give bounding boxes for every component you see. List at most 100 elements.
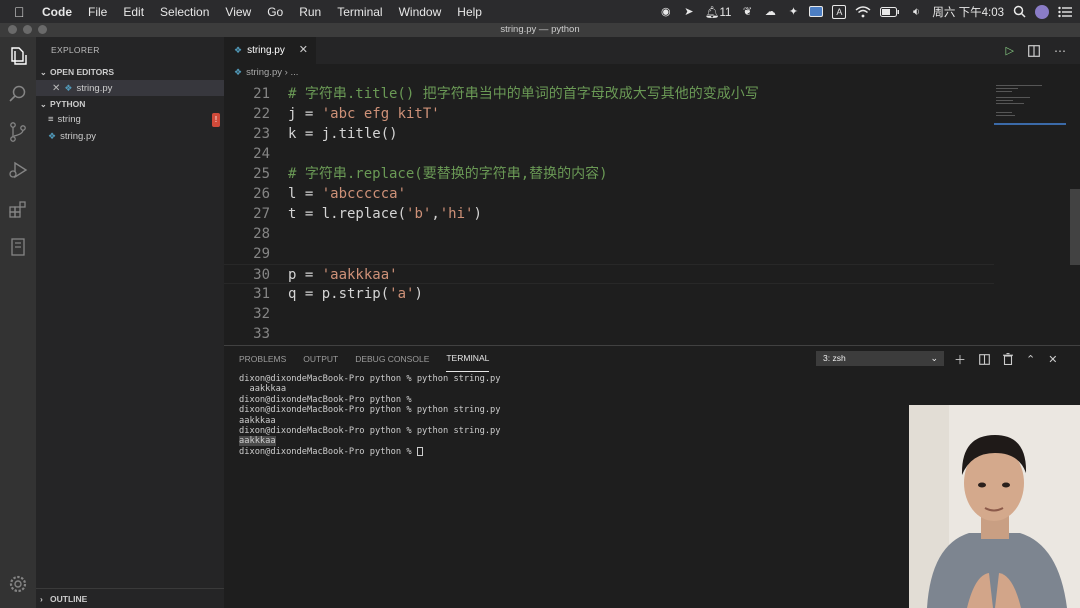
tab-string-py[interactable]: ❖ string.py ✕ bbox=[224, 37, 316, 64]
volume-icon[interactable]: 🔉︎ bbox=[909, 5, 923, 19]
gear-icon[interactable] bbox=[7, 573, 29, 595]
new-terminal-icon[interactable]: ＋ bbox=[954, 351, 966, 368]
close-panel-icon[interactable]: ✕ bbox=[1048, 353, 1057, 366]
open-editor-filename: string.py bbox=[76, 83, 113, 94]
menu-file[interactable]: File bbox=[88, 5, 107, 19]
siri-icon[interactable] bbox=[1035, 4, 1049, 19]
outline-section[interactable]: › OUTLINE bbox=[36, 588, 224, 608]
maximize-panel-icon[interactable]: ⌃ bbox=[1026, 353, 1035, 366]
code-line[interactable]: 30 p = 'aakkkaa' bbox=[224, 264, 994, 284]
tab-output[interactable]: OUTPUT bbox=[303, 346, 338, 372]
code-token: p = bbox=[288, 267, 322, 283]
input-method-indicator[interactable]: A bbox=[832, 4, 847, 19]
python-file-icon: ❖ bbox=[48, 131, 57, 141]
menu-help[interactable]: Help bbox=[457, 5, 482, 19]
more-actions-icon[interactable]: ⋯ bbox=[1054, 44, 1066, 58]
code-text: p = 'aakkkaa' bbox=[288, 265, 398, 285]
split-terminal-icon[interactable] bbox=[979, 353, 990, 365]
text-file-icon: ≡ bbox=[48, 114, 54, 125]
code-token: q = p.strip( bbox=[288, 286, 390, 302]
run-python-file-icon[interactable]: ▷ bbox=[1006, 44, 1014, 57]
cloud-icon[interactable]: ☁ bbox=[763, 5, 777, 19]
battery-icon[interactable] bbox=[880, 6, 900, 17]
code-editor[interactable]: 21 # 字符串.title() 把字符串当中的单词的首字母改成大写其他的变成小写… bbox=[224, 81, 1080, 345]
menu-view[interactable]: View bbox=[225, 5, 251, 19]
close-icon[interactable]: ✕ bbox=[52, 83, 60, 94]
explorer-icon[interactable] bbox=[7, 45, 29, 67]
code-line[interactable]: 29 bbox=[224, 244, 994, 264]
menu-window[interactable]: Window bbox=[399, 5, 442, 19]
code-line[interactable]: 24 bbox=[224, 144, 994, 164]
notification-center-icon[interactable] bbox=[1058, 6, 1072, 18]
trash-icon[interactable] bbox=[1003, 353, 1014, 365]
code-line[interactable]: 26 l = 'abccccca' bbox=[224, 184, 994, 204]
terminal-line: dixon@dixondeMacBook-Pro python % bbox=[239, 395, 1069, 405]
clock[interactable]: 周六 下午4:03 bbox=[932, 4, 1004, 20]
app-menu-code[interactable]: Code bbox=[42, 5, 72, 19]
breadcrumb-file[interactable]: string.py bbox=[246, 67, 282, 78]
chevron-down-icon: ⌄ bbox=[930, 353, 938, 363]
tab-debug-console[interactable]: DEBUG CONSOLE bbox=[355, 346, 429, 372]
menu-run[interactable]: Run bbox=[299, 5, 321, 19]
app-icon[interactable]: ❦ bbox=[740, 5, 754, 19]
minimap-line bbox=[996, 103, 1024, 104]
line-number: 22 bbox=[253, 106, 270, 122]
code-line[interactable]: 23 k = j.title() bbox=[224, 124, 994, 144]
code-line[interactable]: 25 # 字符串.replace(要替换的字符串,替换的内容) bbox=[224, 164, 994, 184]
code-line[interactable]: 27 t = l.replace('b','hi') bbox=[224, 204, 994, 224]
chevron-down-icon: ⌄ bbox=[40, 68, 47, 77]
code-line[interactable]: 22 j = 'abc efg kitT' bbox=[224, 104, 994, 124]
notification-bell[interactable]: 🔔︎11 bbox=[705, 5, 732, 19]
open-editors-section[interactable]: ⌄ OPEN EDITORS bbox=[36, 64, 224, 80]
code-text: # 字符串.title() 把字符串当中的单词的首字母改成大写其他的变成小写 bbox=[288, 84, 759, 104]
record-icon[interactable]: ◉ bbox=[659, 5, 673, 19]
code-line[interactable]: 21 # 字符串.title() 把字符串当中的单词的首字母改成大写其他的变成小写 bbox=[224, 84, 994, 104]
remote-explorer-icon[interactable] bbox=[7, 236, 29, 258]
search-icon[interactable] bbox=[1013, 5, 1026, 18]
extensions-icon[interactable] bbox=[7, 198, 29, 220]
folder-section-python[interactable]: ⌄ PYTHON bbox=[36, 96, 224, 112]
file-item-string-py[interactable]: ❖ string.py bbox=[36, 128, 224, 144]
folder-label: PYTHON bbox=[50, 99, 86, 109]
terminal-line: dixon@dixondeMacBook-Pro python % python… bbox=[239, 374, 1069, 384]
search-sidebar-icon[interactable] bbox=[7, 83, 29, 105]
breadcrumb-more[interactable]: ... bbox=[290, 67, 298, 78]
terminal-text: dixon@dixondeMacBook-Pro python % python… bbox=[239, 374, 501, 384]
minimize-window-button[interactable] bbox=[23, 25, 32, 34]
code-line[interactable]: 28 bbox=[224, 224, 994, 244]
close-window-button[interactable] bbox=[8, 25, 17, 34]
zoom-window-button[interactable] bbox=[38, 25, 47, 34]
apple-icon[interactable]:  bbox=[14, 4, 30, 20]
menu-terminal[interactable]: Terminal bbox=[337, 5, 382, 19]
menu-go[interactable]: Go bbox=[267, 5, 283, 19]
source-control-icon[interactable] bbox=[7, 121, 29, 143]
webcam-overlay bbox=[909, 405, 1080, 608]
code-text: l = 'abccccca' bbox=[288, 184, 406, 204]
tab-terminal[interactable]: TERMINAL bbox=[446, 346, 490, 372]
code-line[interactable]: 32 bbox=[224, 304, 994, 324]
code-line[interactable]: 31 q = p.strip('a') bbox=[224, 284, 994, 304]
code-line[interactable]: 33 bbox=[224, 324, 994, 344]
tab-problems[interactable]: PROBLEMS bbox=[239, 346, 286, 372]
location-icon[interactable]: ➤ bbox=[682, 5, 696, 19]
open-editor-item[interactable]: ✕ ❖ string.py bbox=[36, 80, 224, 96]
minimap[interactable] bbox=[994, 81, 1066, 345]
close-tab-icon[interactable]: ✕ bbox=[299, 37, 308, 64]
run-debug-icon[interactable] bbox=[7, 159, 29, 181]
wifi-icon[interactable] bbox=[855, 5, 871, 18]
window-title: string.py — python bbox=[500, 24, 580, 35]
display-icon[interactable] bbox=[809, 6, 824, 17]
editor-scrollbar[interactable] bbox=[1070, 189, 1080, 265]
split-editor-icon[interactable] bbox=[1028, 44, 1040, 57]
terminal-select[interactable]: 3: zsh ⌄ bbox=[816, 351, 944, 366]
line-number: 23 bbox=[253, 126, 270, 142]
window-title-bar: string.py — python bbox=[0, 23, 1080, 37]
file-item-string[interactable]: ≡ string ! bbox=[36, 112, 224, 128]
python-file-icon: ❖ bbox=[64, 83, 73, 93]
terminal-selected-text: aakkkaa bbox=[239, 436, 276, 447]
menu-selection[interactable]: Selection bbox=[160, 5, 209, 19]
minimap-line bbox=[996, 85, 1042, 86]
bird-icon[interactable]: ✦ bbox=[786, 5, 800, 19]
code-string: 'a' bbox=[389, 286, 415, 302]
menu-edit[interactable]: Edit bbox=[123, 5, 144, 19]
